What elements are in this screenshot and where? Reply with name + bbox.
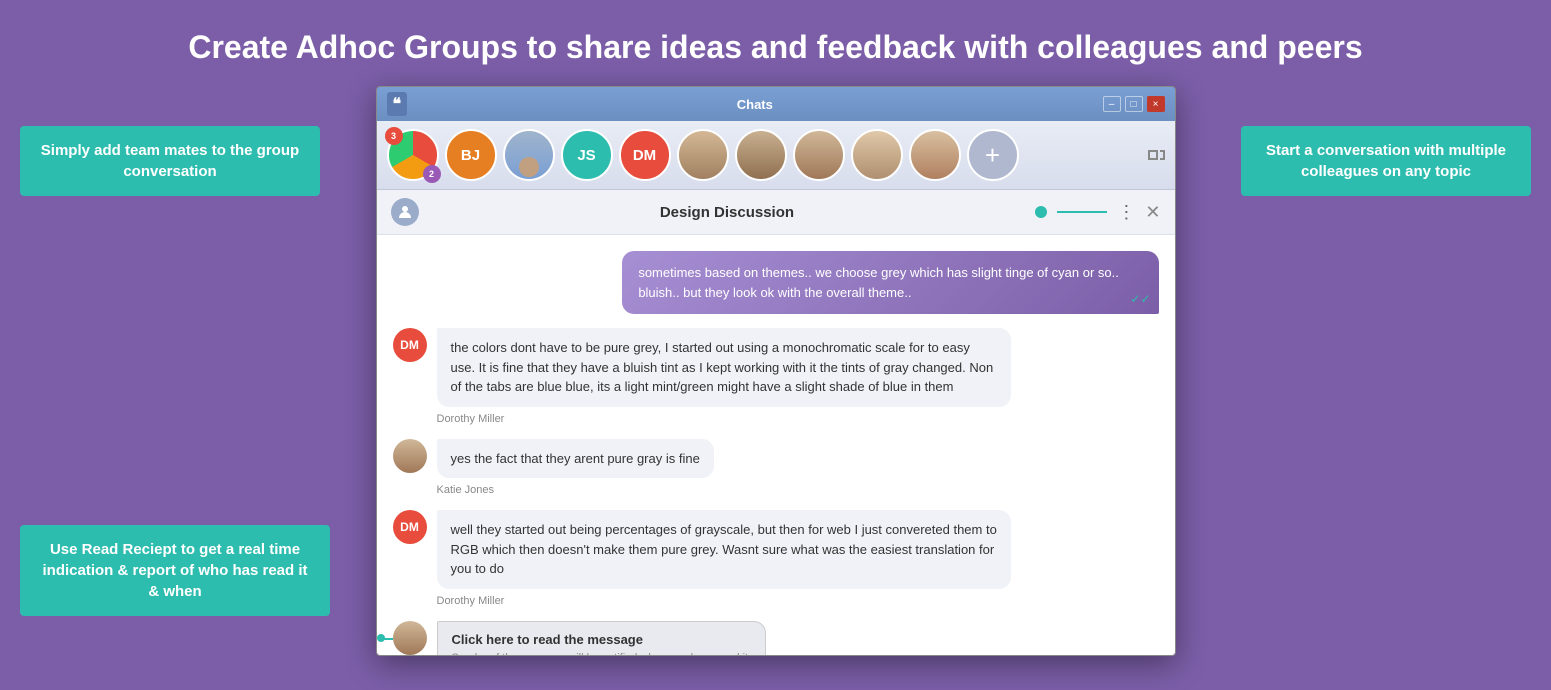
add-participant-button[interactable]: + [967, 129, 1019, 181]
window-icon: ❝ [387, 92, 408, 116]
avatar-js[interactable]: JS [561, 129, 613, 181]
message-sender: Katie Jones [437, 484, 1159, 496]
header-user-icon [391, 198, 419, 226]
message-row: yes the fact that they arent pure gray i… [393, 439, 1159, 479]
read-dot [377, 634, 385, 642]
message-sender: Dorothy Miller [437, 413, 1159, 425]
messages-area: sometimes based on themes.. we choose gr… [377, 235, 1175, 655]
avatar-dm-inline: DM [393, 328, 427, 362]
avatar-dm-inline-2: DM [393, 510, 427, 544]
badge-count-top: 3 [385, 127, 403, 145]
message-group-dm-1: DM the colors dont have to be pure grey,… [393, 328, 1159, 425]
message-group-dm-2: DM well they started out being percentag… [393, 510, 1159, 607]
avatar-bar: 3 2 BJ JS DM + [377, 121, 1175, 190]
message-bubble: well they started out being percentages … [437, 510, 1012, 589]
message-row: DM the colors dont have to be pure grey,… [393, 328, 1159, 407]
tooltip-bubble[interactable]: Click here to read the message Sender of… [437, 621, 767, 656]
message-group-tooltip: Click here to read the message Sender of… [393, 621, 1159, 656]
tooltip-title: Click here to read the message [452, 632, 752, 647]
avatar-multi[interactable]: 3 2 [387, 129, 439, 181]
status-indicator [1035, 206, 1047, 218]
page-title: Create Adhoc Groups to share ideas and f… [0, 0, 1551, 86]
avatar-photo3[interactable] [735, 129, 787, 181]
callout-read-receipt: Use Read Reciept to get a real time indi… [20, 525, 330, 616]
close-button[interactable]: × [1147, 96, 1165, 112]
settings-icon[interactable]: ⋮ [1117, 202, 1135, 223]
avatar-katie-inline [393, 439, 427, 473]
message-group-katie-1: yes the fact that they arent pure gray i… [393, 439, 1159, 497]
maximize-button[interactable]: □ [1125, 96, 1143, 112]
avatar-photo1[interactable] [503, 129, 555, 181]
callout-start-conversation: Start a conversation with multiple colle… [1241, 126, 1531, 196]
badge-count-bottom: 2 [423, 165, 441, 183]
message-outgoing-1: sometimes based on themes.. we choose gr… [622, 251, 1158, 314]
panel-toggle[interactable] [1148, 150, 1165, 160]
message-row: Click here to read the message Sender of… [393, 621, 1159, 656]
message-row: DM well they started out being percentag… [393, 510, 1159, 589]
annotation-right-top: Start a conversation with multiple colle… [1241, 126, 1531, 196]
title-bar: ❝ Chats – □ × [377, 87, 1175, 121]
header-controls: ⋮ ✕ [1035, 202, 1160, 223]
callout-add-teammates: Simply add team mates to the group conve… [20, 126, 320, 196]
message-bubble: the colors dont have to be pure grey, I … [437, 328, 1012, 407]
avatar-bj[interactable]: BJ [445, 129, 497, 181]
avatar-photo5[interactable] [851, 129, 903, 181]
avatar-photo4[interactable] [793, 129, 845, 181]
annotation-left-bottom: Use Read Reciept to get a real time indi… [20, 525, 330, 616]
avatar-photo6[interactable] [909, 129, 961, 181]
window-title: Chats [407, 97, 1102, 112]
read-tick: ✓✓ [1130, 290, 1150, 308]
chat-window: ❝ Chats – □ × 3 2 BJ [376, 86, 1176, 656]
window-controls: – □ × [1103, 96, 1165, 112]
conversation-title: Design Discussion [419, 204, 1036, 221]
minimize-button[interactable]: – [1103, 96, 1121, 112]
annotation-left-top: Simply add team mates to the group conve… [20, 126, 320, 196]
chat-conversation-header: Design Discussion ⋮ ✕ [377, 190, 1175, 235]
avatar-katie-inline-2 [393, 621, 427, 655]
avatar-dm[interactable]: DM [619, 129, 671, 181]
tooltip-desc: Sender of the message will be notified w… [452, 651, 752, 656]
message-sender: Dorothy Miller [437, 595, 1159, 607]
header-line [1057, 211, 1107, 213]
avatar-photo2[interactable] [677, 129, 729, 181]
message-bubble: yes the fact that they arent pure gray i… [437, 439, 714, 479]
close-chat-icon[interactable]: ✕ [1145, 202, 1160, 223]
